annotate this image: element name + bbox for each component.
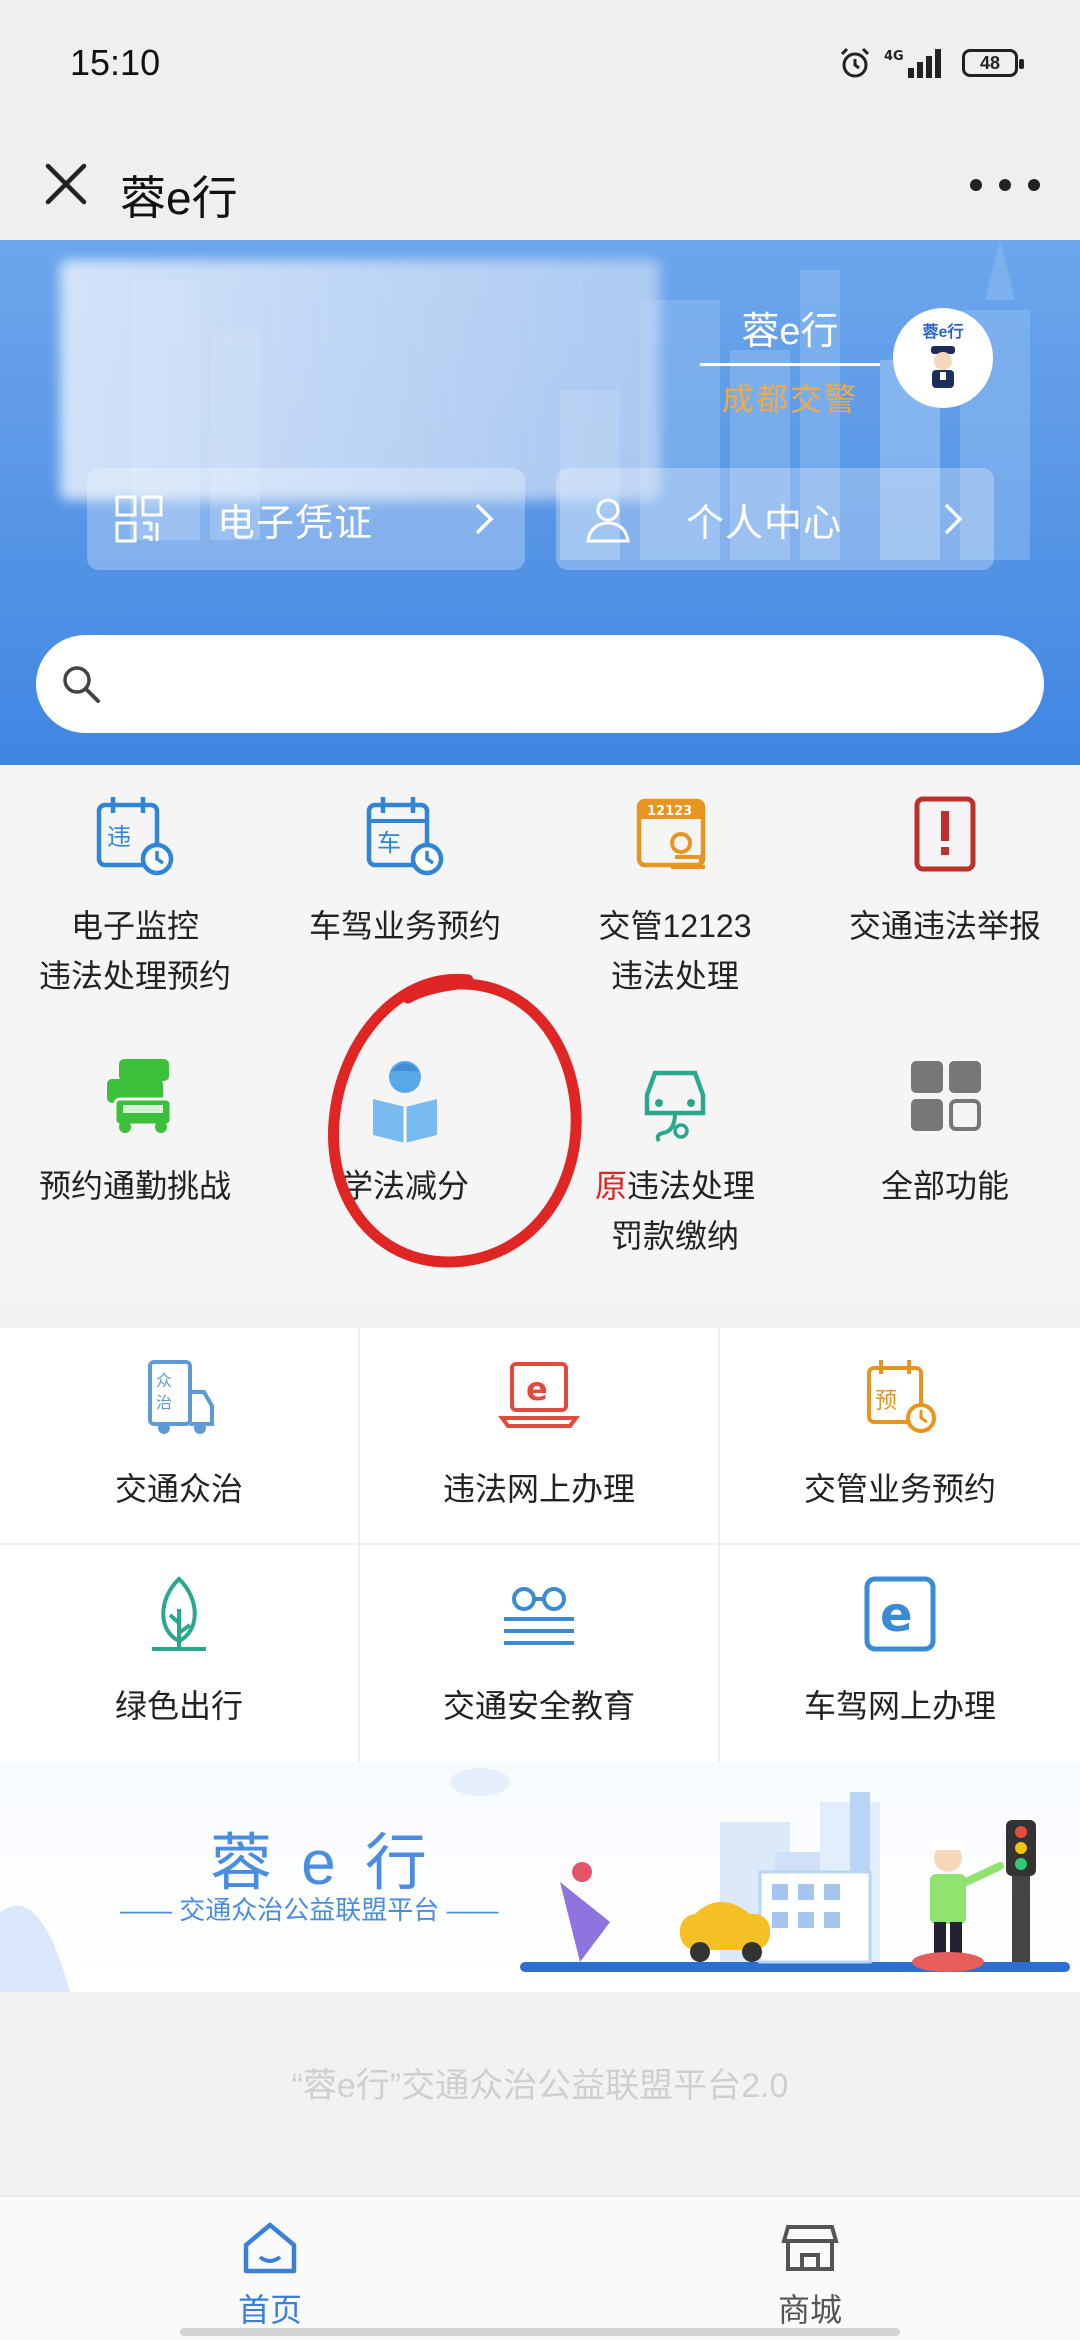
svg-text:治: 治	[156, 1393, 172, 1412]
service-business-appointment[interactable]: 预 交管业务预约	[720, 1328, 1080, 1545]
co-governance-icon: 众 治	[148, 1360, 214, 1434]
user-icon	[586, 498, 630, 543]
red-annotation-circle	[328, 973, 582, 1268]
qrcode-icon	[115, 495, 163, 543]
service-green-travel[interactable]: 绿色出行	[0, 1545, 360, 1762]
service-label: 违法网上办理	[442, 1471, 635, 1507]
avatar-logo-text: 蓉e行	[922, 324, 964, 341]
service-label: 交通安全教育	[442, 1688, 635, 1724]
tab-home[interactable]: 首页	[170, 2215, 370, 2331]
alarm-icon	[840, 47, 870, 78]
chevron-right-icon	[475, 503, 494, 535]
promo-banner[interactable]: 蓉 e 行 —— 交通众治公益联盟平台 ——	[0, 1762, 1080, 1992]
svg-text:车: 车	[377, 829, 401, 857]
feature-label-text: 违法处理	[627, 1168, 756, 1204]
bottom-tab-bar: 首页 商城	[0, 2196, 1080, 2340]
feature-violation-report[interactable]: 交通违法举报	[810, 787, 1080, 951]
status-time: 15:10	[70, 42, 161, 83]
blurred-user-info	[60, 260, 660, 500]
report-icon	[914, 796, 976, 872]
vehicle-calendar-icon: 车	[366, 797, 444, 876]
police-mascot-icon	[931, 346, 955, 388]
title-bar: 蓉e行	[0, 130, 1080, 240]
green-leaf-icon	[152, 1576, 206, 1651]
search-input[interactable]	[36, 635, 1044, 733]
feature-label: 预约通勤挑战	[38, 1168, 231, 1204]
traffic-police-scene-illustration	[520, 1792, 1070, 1972]
brand-title: 蓉e行	[700, 300, 880, 366]
service-label: 交通众治	[114, 1471, 243, 1507]
status-icons: 4G 48	[838, 46, 1024, 80]
brand-subtitle: 成都交警	[721, 381, 858, 417]
e-box-icon: e	[864, 1576, 936, 1652]
store-icon	[781, 2225, 839, 2271]
avatar[interactable]: 蓉e行	[893, 308, 993, 408]
service-online-vehicle-license[interactable]: e 车驾网上办理	[720, 1545, 1080, 1762]
app-12123-icon: 12123	[636, 798, 706, 869]
search-icon	[63, 666, 100, 703]
feature-label: 车驾业务预约	[308, 908, 501, 944]
glasses-book-icon	[504, 1587, 574, 1645]
hero-banner: 蓉e行 成都交警 蓉e行 电子凭证 个人中心	[0, 240, 1080, 765]
svg-text:12123: 12123	[647, 804, 692, 819]
svg-text:预: 预	[875, 1389, 897, 1414]
feature-label-line2: 违法处理预约	[38, 958, 231, 994]
all-grid-icon	[911, 1061, 981, 1131]
banner-subtitle: —— 交通众治公益联盟平台 ——	[120, 1895, 499, 1925]
home-icon	[243, 2222, 297, 2274]
system-home-indicator[interactable]	[180, 2328, 900, 2336]
service-online-violation[interactable]: e 违法网上办理	[360, 1328, 720, 1545]
feature-label: 交通违法举报	[848, 908, 1041, 944]
e-certificate-button[interactable]: 电子凭证	[87, 468, 525, 570]
service-safety-education[interactable]: 交通安全教育	[360, 1545, 720, 1762]
signal-icon: 4G	[884, 49, 941, 78]
battery-icon: 48	[962, 49, 1024, 77]
service-traffic-co-governance[interactable]: 众 治 交通众治	[0, 1328, 360, 1545]
feature-label: 全部功能	[880, 1168, 1009, 1204]
tab-store[interactable]: 商城	[710, 2215, 910, 2331]
chevron-right-icon	[944, 503, 963, 535]
page-title: 蓉e行	[120, 172, 238, 224]
status-bar: 15:10 4G 48	[0, 0, 1080, 130]
svg-text:违: 违	[107, 823, 131, 851]
feature-commute-challenge[interactable]: 预约通勤挑战	[0, 1047, 270, 1211]
svg-text:e: e	[880, 1587, 913, 1643]
personal-center-button[interactable]: 个人中心	[556, 468, 994, 570]
brand-block: 蓉e行 成都交警	[700, 300, 880, 420]
personal-center-label: 个人中心	[686, 502, 843, 545]
more-dots-icon[interactable]	[970, 160, 1040, 210]
violation-calendar-icon: 违	[96, 797, 174, 876]
feature-label: 交管12123	[598, 908, 752, 944]
laptop-e-icon: e	[498, 1362, 580, 1428]
tab-label: 商城	[777, 2292, 842, 2328]
appointment-calendar-icon: 预	[867, 1360, 936, 1433]
svg-text:4G: 4G	[884, 49, 904, 64]
original-prefix: 原	[594, 1168, 627, 1204]
platform-version-note: “蓉e行”交通众治公益联盟平台2.0	[291, 2067, 789, 2105]
services-grid: 众 治 交通众治 e 违法网上办理 预 交管业务预约 绿色出行 交通安全教育 e…	[0, 1328, 1080, 1762]
service-label: 绿色出行	[114, 1688, 243, 1724]
feature-e-monitoring[interactable]: 违 电子监控 违法处理预约	[0, 787, 270, 1001]
car-pay-icon	[644, 1070, 706, 1143]
e-certificate-label: 电子凭证	[217, 502, 374, 545]
svg-text:众: 众	[156, 1371, 172, 1390]
cars-icon	[107, 1059, 173, 1133]
close-icon[interactable]	[36, 154, 96, 214]
tab-label: 首页	[237, 2292, 302, 2328]
banner-title: 蓉 e 行	[210, 1829, 433, 1898]
service-label: 车驾网上办理	[803, 1688, 996, 1724]
feature-label: 电子监控	[70, 908, 199, 944]
feature-vehicle-appointment[interactable]: 车 车驾业务预约	[270, 787, 540, 951]
feature-all-functions[interactable]: 全部功能	[810, 1047, 1080, 1211]
svg-text:e: e	[526, 1370, 548, 1408]
service-label: 交管业务预约	[803, 1471, 996, 1507]
